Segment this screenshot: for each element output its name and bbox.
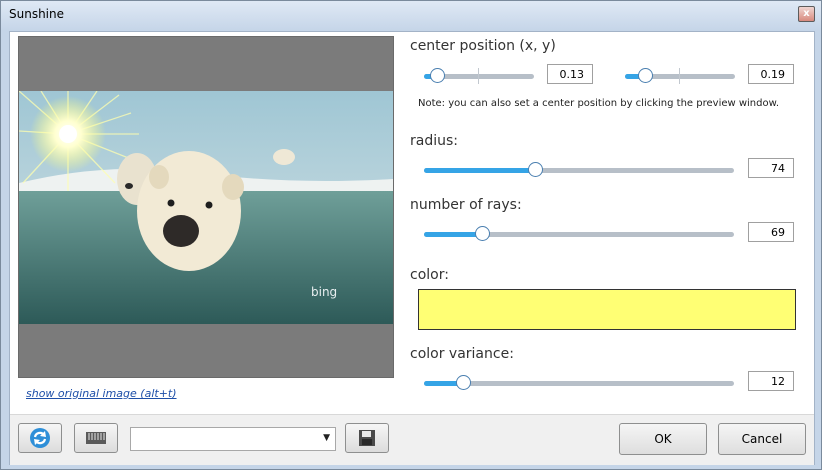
chevron-down-icon[interactable]: ▼ (323, 433, 330, 443)
refresh-icon (30, 428, 50, 448)
color-variance-slider[interactable] (424, 373, 734, 393)
center-x-slider[interactable] (424, 66, 534, 86)
save-preset-button[interactable] (345, 423, 389, 453)
radius-field[interactable]: 74 (748, 158, 794, 178)
color-variance-label: color variance: (410, 346, 514, 362)
radius-slider[interactable] (424, 160, 734, 180)
dialog-window: Sunshine x bing show original image (alt… (0, 0, 822, 470)
rays-field[interactable]: 69 (748, 222, 794, 242)
rays-label: number of rays: (410, 197, 522, 213)
ok-button[interactable]: OK (619, 423, 707, 455)
window-title: Sunshine (9, 7, 65, 21)
center-x-tick (478, 68, 479, 84)
color-variance-field[interactable]: 12 (748, 371, 794, 391)
center-y-field[interactable]: 0.19 (748, 64, 794, 84)
center-y-thumb[interactable] (637, 68, 653, 83)
radius-thumb[interactable] (527, 162, 543, 177)
close-button[interactable]: x (798, 6, 815, 22)
radius-fill (424, 168, 536, 173)
center-y-slider[interactable] (625, 66, 735, 86)
ruler-button[interactable] (74, 423, 118, 453)
color-variance-thumb[interactable] (456, 375, 472, 390)
center-position-label: center position (x, y) (410, 38, 556, 54)
ruler-icon (86, 432, 106, 444)
preset-dropdown[interactable]: ▼ (130, 427, 336, 451)
preview-image: bing (19, 91, 393, 324)
rays-slider[interactable] (424, 224, 734, 244)
cancel-button[interactable]: Cancel (718, 423, 806, 455)
color-label: color: (410, 267, 449, 283)
center-position-note: Note: you can also set a center position… (418, 98, 780, 109)
footer-bar: ▼ OK Cancel (10, 414, 814, 465)
dialog-content: bing show original image (alt+t) center … (9, 31, 815, 465)
center-x-field[interactable]: 0.13 (547, 64, 593, 84)
radius-label: radius: (410, 133, 458, 149)
center-y-tick (679, 68, 680, 84)
rays-thumb[interactable] (474, 226, 490, 241)
color-swatch[interactable] (418, 289, 796, 330)
refresh-button[interactable] (18, 423, 62, 453)
show-original-image-link[interactable]: show original image (alt+t) (26, 387, 177, 400)
preview-window[interactable]: bing (18, 36, 394, 378)
title-bar[interactable]: Sunshine x (1, 1, 821, 27)
bing-watermark: bing (311, 285, 337, 299)
center-x-thumb[interactable] (430, 68, 446, 83)
floppy-disk-icon (359, 430, 375, 446)
